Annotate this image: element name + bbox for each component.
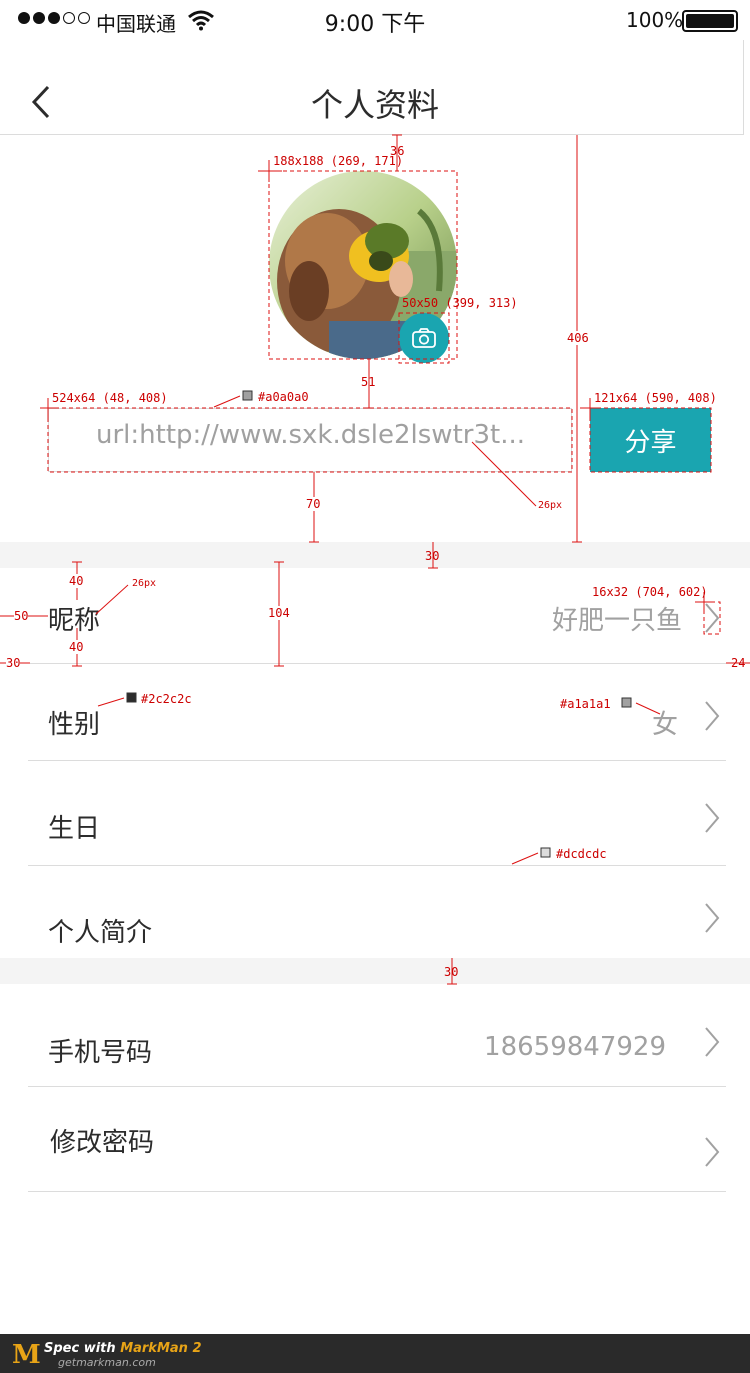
annotation: 104	[268, 606, 290, 620]
annotation: 50	[14, 609, 29, 623]
annotation: 70	[306, 497, 321, 511]
annotation: 16x32 (704, 602)	[592, 585, 708, 599]
spec-overlay	[0, 134, 750, 985]
annotation: 121x64 (590, 408)	[594, 391, 717, 405]
annotation: 51	[361, 375, 376, 389]
annotation: 30	[6, 656, 21, 670]
annotation: 30	[444, 965, 459, 979]
annotation: #a1a1a1	[560, 697, 611, 711]
markman-logo: M	[12, 1340, 41, 1370]
annotation: #dcdcdc	[556, 847, 607, 861]
annotation: 50x50 (399, 313)	[402, 296, 518, 310]
annotation: 40	[69, 574, 84, 588]
annotation: 26px	[132, 578, 157, 589]
annotation: #a0a0a0	[258, 390, 309, 404]
footer-spec-prefix: Spec with	[44, 1341, 121, 1356]
annotation: 36	[390, 144, 405, 158]
annotation: 524x64 (48, 408)	[52, 391, 168, 405]
annotation: 26px	[538, 500, 563, 511]
annotation: 24	[731, 656, 746, 670]
footer-spec-brand: MarkMan 2	[120, 1341, 202, 1356]
annotation: #2c2c2c	[141, 692, 192, 706]
footer-url: getmarkman.com	[58, 1356, 156, 1369]
annotation: 406	[567, 331, 589, 345]
annotation: 188x188 (269, 171)	[273, 154, 404, 168]
footer-spec-text: Spec with MarkMan 2	[44, 1341, 202, 1356]
annotation: 40	[69, 640, 84, 654]
annotation: 30	[425, 549, 440, 563]
